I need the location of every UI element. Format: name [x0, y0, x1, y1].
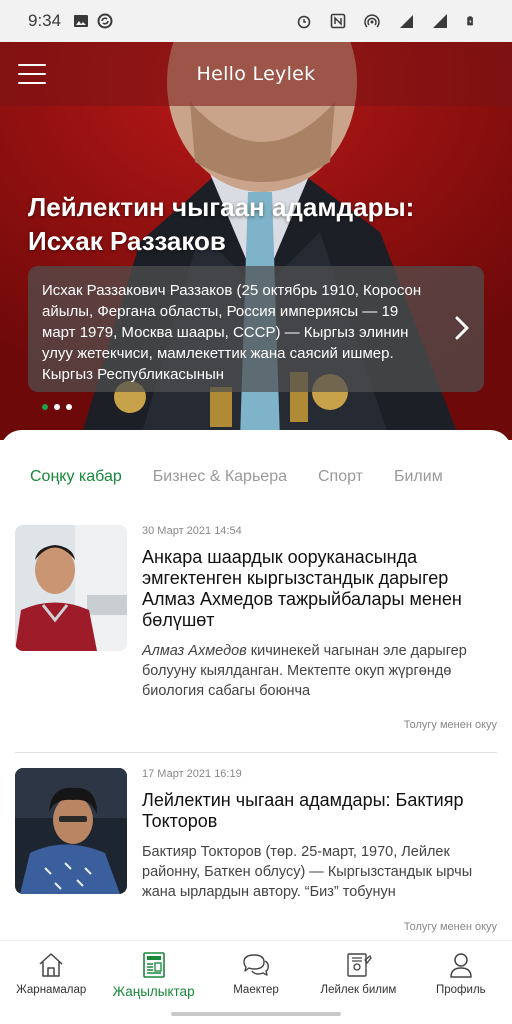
home-icon: [39, 953, 63, 977]
carousel-indicator: [42, 404, 72, 410]
hero-title[interactable]: Лейлектин чыгаан адамдары: Исхак Раззако…: [28, 190, 478, 258]
alarm-icon: [297, 15, 311, 29]
article-body: 17 Март 2021 16:19 Лейлектин чыгаан адам…: [142, 768, 497, 902]
article-date: 17 Март 2021 16:19: [142, 768, 242, 780]
nav-label: Жаңылыктар: [112, 984, 195, 999]
hero-banner[interactable]: Hello Leylek Лейлектин чыгаан адамдары: …: [0, 42, 512, 440]
article-thumbnail: [15, 768, 127, 894]
carousel-dot[interactable]: [42, 404, 48, 410]
article-thumbnail: [15, 525, 127, 651]
nav-item-profile[interactable]: Профиль: [410, 941, 512, 1002]
category-tabs: Соңку кабар Бизнес & Карьера Спорт Билим: [30, 468, 512, 486]
nav-item-interviews[interactable]: Маектер: [205, 941, 307, 1002]
nav-label: Лейлек билим: [320, 984, 397, 996]
gesture-bar[interactable]: [171, 1012, 341, 1016]
top-app-bar: Hello Leylek: [0, 42, 512, 106]
tab-latest-news[interactable]: Соңку кабар: [30, 468, 122, 486]
article-title[interactable]: Анкара шаардык ооруканасында эмгектенген…: [142, 547, 497, 631]
tab-sport[interactable]: Спорт: [318, 468, 363, 486]
nav-label: Жарнамалар: [16, 984, 87, 996]
status-bar: 9:34: [0, 0, 512, 42]
nav-label: Профиль: [436, 984, 486, 996]
carousel-dot[interactable]: [54, 404, 60, 410]
status-time: 9:34: [28, 11, 62, 30]
tab-business-career[interactable]: Бизнес & Карьера: [153, 468, 287, 486]
article-title[interactable]: Лейлектин чыгаан адамдары: Бактияр Токто…: [142, 790, 497, 832]
nav-item-ads[interactable]: Жарнамалар: [0, 941, 102, 1002]
nav-item-news[interactable]: Жаңылыктар: [102, 941, 204, 1002]
read-more-link[interactable]: Толугу менен окуу: [404, 719, 497, 731]
article-excerpt: Бактияр Токторов (төр. 25-март, 1970, Ле…: [142, 844, 473, 900]
hero-excerpt: Исхак Раззакович Раззаков (25 октябрь 19…: [42, 282, 422, 383]
article-date: 30 Март 2021 14:54: [142, 525, 242, 537]
divider: [15, 752, 497, 753]
hamburger-menu-icon[interactable]: [18, 64, 46, 84]
news-feed: Соңку кабар Бизнес & Карьера Спорт Билим…: [0, 430, 512, 950]
hero-excerpt-card[interactable]: Исхак Раззакович Раззаков (25 октябрь 19…: [28, 266, 484, 392]
app-title: Hello Leylek: [196, 63, 316, 85]
read-more-link[interactable]: Толугу менен окуу: [404, 921, 497, 933]
tab-education[interactable]: Билим: [394, 468, 443, 486]
news-icon: [142, 952, 165, 978]
nav-item-education[interactable]: Лейлек билим: [307, 941, 409, 1002]
chat-icon: [243, 954, 269, 976]
hotspot-icon: [364, 14, 380, 28]
article-excerpt-emphasis: Алмаз Ахмедов: [142, 643, 247, 659]
chevron-right-icon[interactable]: [452, 314, 472, 342]
article-body: 30 Март 2021 14:54 Анкара шаардык оорука…: [142, 525, 497, 701]
nav-label: Маектер: [233, 984, 279, 996]
carousel-dot[interactable]: [66, 404, 72, 410]
article-card[interactable]: 30 Март 2021 14:54 Анкара шаардык оорука…: [15, 525, 497, 735]
bottom-navigation: Жарнамалар Жаңылыктар Маектер Лейлек бил…: [0, 940, 512, 1002]
article-card[interactable]: 17 Март 2021 16:19 Лейлектин чыгаан адам…: [15, 768, 497, 938]
education-icon: [347, 953, 373, 977]
article-excerpt: Алмаз Ахмедов кичинекей чагынан эле дары…: [142, 641, 497, 701]
profile-icon: [450, 953, 472, 978]
status-icons: [296, 13, 484, 29]
battery-icon: [467, 16, 473, 26]
sync-icon: [97, 13, 113, 29]
signal-4g-icon: [400, 15, 413, 28]
signal-icon: [433, 14, 447, 28]
image-icon: [74, 15, 89, 27]
nfc-icon: [330, 13, 346, 29]
